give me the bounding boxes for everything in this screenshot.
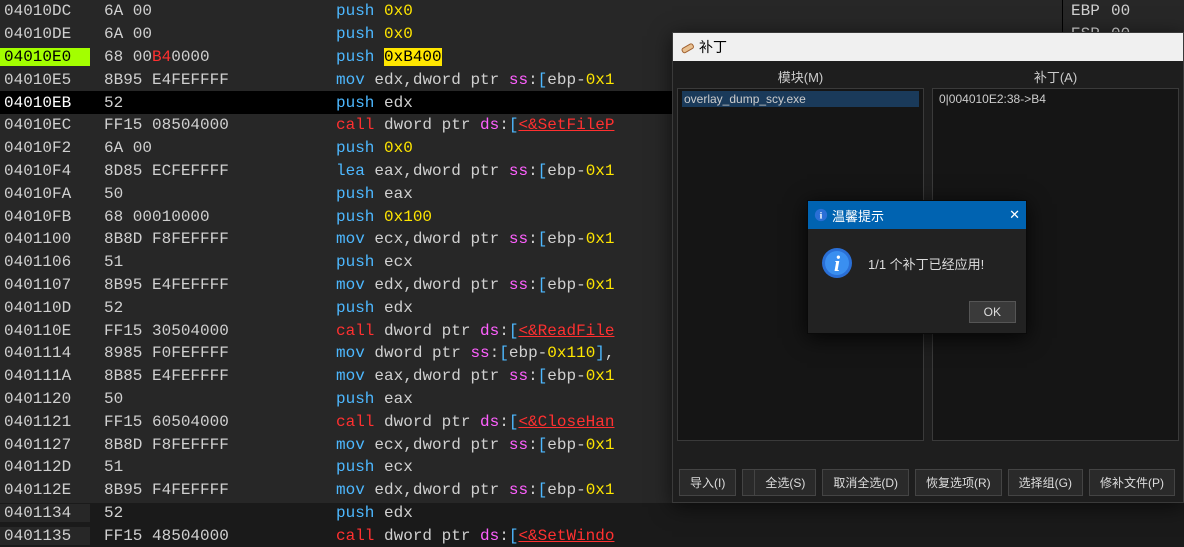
address: 0401120 (0, 390, 90, 408)
module-header: 模块(M) (673, 61, 928, 88)
address: 040112D (0, 458, 90, 476)
patch-list-item[interactable]: 0|004010E2:38->B4 (937, 91, 1174, 107)
address: 04010EC (0, 116, 90, 134)
instruction: push 0x0 (330, 2, 1062, 20)
patch-dialog-title: 补丁 (699, 37, 727, 57)
restore-button[interactable]: 恢复选项(R) (915, 469, 1002, 496)
bytes: 52 (90, 94, 330, 112)
address: 04010DC (0, 2, 90, 20)
bytes: FF15 60504000 (90, 413, 330, 431)
bytes: 6A 00 (90, 139, 330, 157)
address: 0401135 (0, 527, 90, 545)
address: 0401107 (0, 276, 90, 294)
bytes: 6A 00 (90, 25, 330, 43)
address: 04010DE (0, 25, 90, 43)
bytes: 8B95 F4FEFFFF (90, 481, 330, 499)
bytes: FF15 30504000 (90, 322, 330, 340)
address: 0401114 (0, 344, 90, 362)
address: 04010E0 (0, 48, 90, 66)
bytes: 8B8D F8FEFFFF (90, 230, 330, 248)
address: 040110D (0, 299, 90, 317)
instruction: call dword ptr ds:[<&SetWindo (330, 527, 1062, 545)
address: 0401127 (0, 436, 90, 454)
bytes: 8985 F0FEFFFF (90, 344, 330, 362)
bytes: 8B95 E4FEFFFF (90, 71, 330, 89)
disasm-row[interactable]: 040113452push edx (0, 502, 1062, 525)
bytes: 50 (90, 185, 330, 203)
instruction: push edx (330, 504, 1062, 522)
bytes: 52 (90, 504, 330, 522)
patch-dialog-title-bar[interactable]: 补丁 (673, 33, 1183, 61)
address: 0401121 (0, 413, 90, 431)
bytes: FF15 48504000 (90, 527, 330, 545)
disasm-row[interactable]: 04010DC6A 00push 0x0 (0, 0, 1062, 23)
bytes: 68 00010000 (90, 208, 330, 226)
info-icon: i (820, 246, 854, 280)
info-icon: i (814, 208, 828, 222)
bytes: 8B95 E4FEFFFF (90, 276, 330, 294)
module-list-item[interactable]: overlay_dump_scy.exe (682, 91, 919, 107)
patch-icon (679, 39, 695, 55)
bytes: 50 (90, 390, 330, 408)
message-box-title: 温馨提示 (832, 206, 884, 225)
bytes: FF15 08504000 (90, 116, 330, 134)
address: 04010F4 (0, 162, 90, 180)
svg-text:i: i (834, 251, 841, 276)
bytes: 8B85 E4FEFFFF (90, 367, 330, 385)
address: 04010FB (0, 208, 90, 226)
bytes: 8D85 ECFEFFFF (90, 162, 330, 180)
select-all-button[interactable]: 全选(S) (754, 469, 816, 496)
message-box-text: 1/1 个补丁已经应用! (868, 254, 984, 273)
address: 0401106 (0, 253, 90, 271)
bytes: 8B8D F8FEFFFF (90, 436, 330, 454)
address: 0401100 (0, 230, 90, 248)
address: 04010E5 (0, 71, 90, 89)
address: 040112E (0, 481, 90, 499)
patch-header: 补丁(A) (928, 61, 1183, 88)
svg-text:i: i (820, 211, 823, 222)
address: 04010EB (0, 94, 90, 112)
bytes: 51 (90, 458, 330, 476)
bytes: 6A 00 (90, 2, 330, 20)
bytes: 52 (90, 299, 330, 317)
address: 04010FA (0, 185, 90, 203)
message-box[interactable]: i 温馨提示 ✕ i 1/1 个补丁已经应用! OK (807, 200, 1027, 334)
message-box-title-bar[interactable]: i 温馨提示 ✕ (808, 201, 1026, 229)
register-row: EBP00 (1063, 0, 1184, 23)
address: 0401134 (0, 504, 90, 522)
address: 040111A (0, 367, 90, 385)
bytes: 68 00B40000 (90, 48, 330, 66)
patch-file-button[interactable]: 修补文件(P) (1089, 469, 1175, 496)
address: 04010F2 (0, 139, 90, 157)
ok-button[interactable]: OK (969, 301, 1016, 323)
bytes: 51 (90, 253, 330, 271)
disasm-row[interactable]: 0401135FF15 48504000call dword ptr ds:[<… (0, 524, 1062, 547)
deselect-all-button[interactable]: 取消全选(D) (822, 469, 909, 496)
address: 040110E (0, 322, 90, 340)
select-group-button[interactable]: 选择组(G) (1008, 469, 1083, 496)
close-icon[interactable]: ✕ (1009, 207, 1020, 223)
